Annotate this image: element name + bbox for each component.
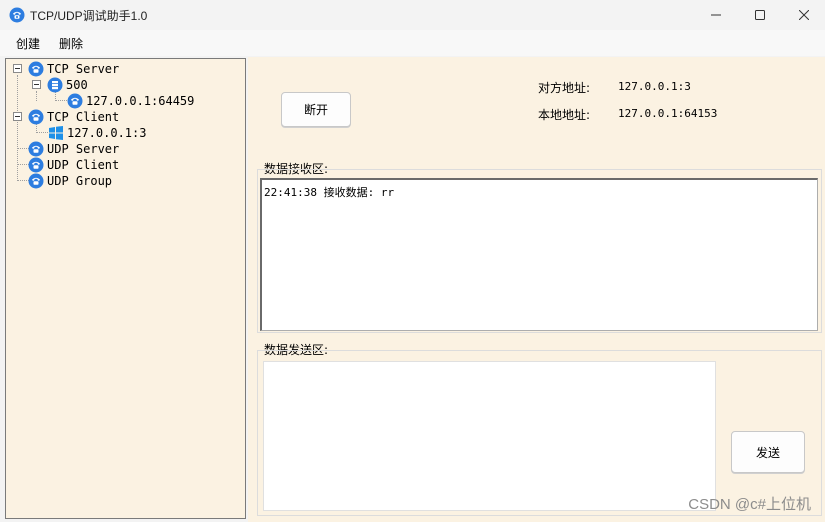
expand-toggle[interactable] [32, 80, 41, 89]
receive-textbox[interactable]: 22:41:38 接收数据: rr [260, 178, 818, 331]
tree-node-udp-server[interactable]: UDP Server [28, 141, 119, 157]
local-address-label: 本地地址: [538, 108, 591, 122]
phone-icon [67, 93, 83, 109]
close-button[interactable] [781, 0, 825, 30]
tree-node-client-conn[interactable]: 127.0.0.1:3 [48, 125, 146, 141]
minimize-button[interactable] [693, 0, 739, 30]
tree-node-port[interactable]: 500 [47, 77, 88, 93]
phone-icon [28, 61, 44, 77]
tree-node-tcp-server[interactable]: TCP Server [28, 61, 119, 77]
send-textbox[interactable] [263, 361, 716, 511]
receive-line: 22:41:38 接收数据: rr [264, 186, 395, 199]
close-icon [799, 10, 809, 20]
menu-delete[interactable]: 删除 [59, 35, 83, 52]
tree-node-udp-group[interactable]: UDP Group [28, 173, 112, 189]
maximize-icon [755, 10, 765, 20]
window-title: TCP/UDP调试助手1.0 [30, 9, 148, 23]
remote-address-label: 对方地址: [538, 81, 591, 95]
tree-node-server-conn[interactable]: 127.0.0.1:64459 [67, 93, 194, 109]
maximize-button[interactable] [737, 0, 783, 30]
server-icon [47, 77, 63, 93]
connection-tree[interactable]: TCP Server 500 127.0.0.1:64459 TCP Clien… [5, 58, 246, 519]
menu-bar: 创建 删除 [0, 30, 825, 56]
local-address-value: 127.0.0.1:64153 [618, 107, 718, 120]
phone-icon [28, 173, 44, 189]
tree-line [17, 75, 18, 181]
connection-panel: 断开 对方地址: 127.0.0.1:3 本地地址: 127.0.0.1:641… [248, 57, 825, 522]
tree-node-tcp-client[interactable]: TCP Client [28, 109, 119, 125]
expand-toggle[interactable] [13, 112, 22, 121]
phone-icon [28, 109, 44, 125]
minimize-icon [711, 14, 721, 16]
disconnect-button[interactable]: 断开 [281, 92, 351, 127]
remote-address-value: 127.0.0.1:3 [618, 80, 691, 93]
title-bar[interactable]: TCP/UDP调试助手1.0 [0, 0, 825, 30]
tree-node-udp-client[interactable]: UDP Client [28, 157, 119, 173]
send-button[interactable]: 发送 [731, 431, 805, 473]
watermark: CSDN @c#上位机 [688, 496, 811, 513]
tree-line [36, 91, 37, 101]
app-icon [9, 7, 25, 23]
tree-line [55, 100, 67, 101]
phone-icon [28, 141, 44, 157]
tree-line [36, 132, 48, 133]
expand-toggle[interactable] [13, 64, 22, 73]
windows-icon [49, 126, 63, 140]
phone-icon [28, 157, 44, 173]
menu-create[interactable]: 创建 [16, 35, 40, 52]
